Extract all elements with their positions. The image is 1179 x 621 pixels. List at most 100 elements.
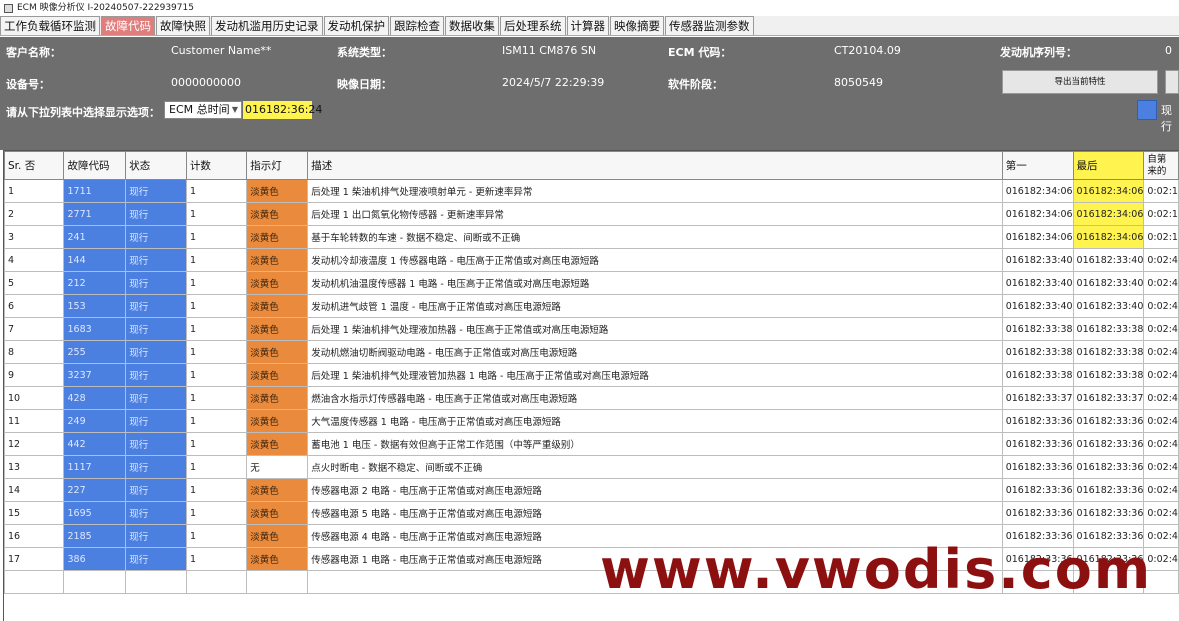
table-row[interactable]: 8 255 现行 1 淡黄色 发动机燃油切断阀驱动电路 - 电压高于正常值或对高压电源短路…	[4, 340, 1179, 364]
table-body: 1 1711 现行 1 淡黄色 后处理 1 柴油机排气处理液喷射单元 - 更新速率异常 01…	[4, 179, 1179, 594]
tab-10[interactable]: 传感器监测参数	[665, 16, 754, 35]
table-cell: 0:02:4	[1143, 478, 1179, 502]
column-header-1[interactable]: 故障代码	[63, 151, 127, 180]
table-cell: 016182:33:36	[1001, 455, 1074, 479]
table-cell: 点火时断电 - 数据不稳定、间断或不正确	[307, 455, 1003, 479]
table-cell: 淡黄色	[246, 248, 309, 272]
table-row[interactable]: 5 212 现行 1 淡黄色 发动机机油温度传感器 1 电路 - 电压高于正常值或对高压电…	[4, 271, 1179, 295]
tab-8[interactable]: 计算器	[566, 16, 609, 35]
empty-cell	[63, 570, 127, 594]
table-cell: 燃油含水指示灯传感器电路 - 电压高于正常值或对高压电源短路	[307, 386, 1003, 410]
table-row[interactable]: 12 442 现行 1 淡黄色 蓄电池 1 电压 - 数据有效但高于正常工作范围（中等严重…	[4, 432, 1179, 456]
table-cell: 3	[4, 225, 65, 249]
column-header-3[interactable]: 计数	[185, 151, 248, 180]
table-cell: 淡黄色	[246, 432, 309, 456]
table-cell: 淡黄色	[246, 317, 309, 341]
software-phase-label: 软件阶段：	[668, 78, 723, 91]
column-header-5[interactable]: 描述	[307, 151, 1003, 180]
table-cell: 淡黄色	[246, 363, 309, 387]
secondary-button[interactable]	[1165, 70, 1179, 94]
chevron-down-icon: ▼	[231, 105, 238, 114]
table-cell: 7	[4, 317, 65, 341]
empty-cell	[185, 570, 248, 594]
table-cell: 0:02:4	[1143, 340, 1179, 364]
table-row[interactable]: 6 153 现行 1 淡黄色 发动机进气歧管 1 温度 - 电压高于正常值或对高压电源短路…	[4, 294, 1179, 318]
table-cell: 0:02:4	[1143, 409, 1179, 433]
table-cell: 1	[185, 294, 248, 318]
table-cell: 1	[185, 455, 248, 479]
table-cell: 淡黄色	[246, 202, 309, 226]
table-cell: 016182:33:38	[1072, 363, 1145, 387]
table-cell: 1	[185, 179, 248, 203]
table-row[interactable]: 3 241 现行 1 淡黄色 基于车轮转数的车速 - 数据不稳定、间断或不正确 016182…	[4, 225, 1179, 249]
table-cell: 现行	[125, 363, 187, 387]
table-cell: 1	[185, 340, 248, 364]
table-row[interactable]: 4 144 现行 1 淡黄色 发动机冷却液温度 1 传感器电路 - 电压高于正常值或对高压…	[4, 248, 1179, 272]
table-row[interactable]: 9 3237 现行 1 淡黄色 后处理 1 柴油机排气处理液管加热器 1 电路 - 电压高…	[4, 363, 1179, 387]
table-cell: 428	[63, 386, 127, 410]
table-cell: 淡黄色	[246, 524, 309, 548]
tab-2[interactable]: 故障快照	[156, 16, 210, 35]
table-row[interactable]: 1 1711 现行 1 淡黄色 后处理 1 柴油机排气处理液喷射单元 - 更新速率异常 01…	[4, 179, 1179, 203]
table-cell: 现行	[125, 409, 187, 433]
table-row[interactable]: 7 1683 现行 1 淡黄色 后处理 1 柴油机排气处理液加热器 - 电压高于正常值或对…	[4, 317, 1179, 341]
table-cell: 212	[63, 271, 127, 295]
tab-4[interactable]: 发动机保护	[323, 16, 389, 35]
table-cell: 发动机燃油切断阀驱动电路 - 电压高于正常值或对高压电源短路	[307, 340, 1003, 364]
table-cell: 淡黄色	[246, 179, 309, 203]
table-cell: 016182:33:36	[1072, 501, 1145, 525]
app-icon	[4, 3, 13, 13]
table-cell: 249	[63, 409, 127, 433]
table-cell: 016182:33:38	[1072, 340, 1145, 364]
table-cell: 现行	[125, 248, 187, 272]
software-phase-value: 8050549	[834, 76, 883, 89]
tab-1[interactable]: 故障代码	[101, 16, 155, 35]
table-cell: 发动机进气歧管 1 温度 - 电压高于正常值或对高压电源短路	[307, 294, 1003, 318]
column-header-4[interactable]: 指示灯	[246, 151, 309, 180]
empty-cell	[125, 570, 187, 594]
column-header-7[interactable]: 最后	[1072, 151, 1145, 180]
table-cell: 0:02:1	[1143, 225, 1179, 249]
table-row[interactable]: 15 1695 现行 1 淡黄色 传感器电源 5 电路 - 电压高于正常值或对高压电源短路…	[4, 501, 1179, 525]
table-cell: 1	[185, 524, 248, 548]
table-cell: 现行	[125, 455, 187, 479]
column-header-8[interactable]: 自第 来的	[1143, 151, 1179, 180]
table-cell: 现行	[125, 432, 187, 456]
table-cell: 1117	[63, 455, 127, 479]
tab-6[interactable]: 数据收集	[445, 16, 499, 35]
table-cell: 016182:33:40	[1001, 248, 1074, 272]
tab-3[interactable]: 发动机滥用历史记录	[211, 16, 323, 35]
table-row[interactable]: 11 249 现行 1 淡黄色 大气温度传感器 1 电路 - 电压高于正常值或对高压电源短…	[4, 409, 1179, 433]
table-cell: 0:02:4	[1143, 455, 1179, 479]
table-cell: 16	[4, 524, 65, 548]
export-features-button[interactable]: 导出当前特性	[1002, 70, 1158, 94]
display-option-select[interactable]: ECM 总时间 ▼	[164, 101, 242, 119]
table-cell: 现行	[125, 478, 187, 502]
column-header-0[interactable]: Sr. 否	[4, 151, 65, 180]
table-cell: 0:02:4	[1143, 317, 1179, 341]
tab-0[interactable]: 工作负载循环监测	[0, 16, 100, 35]
customer-label: 客户名称：	[6, 46, 61, 59]
table-header-row: Sr. 否故障代码 状态 计数 指示灯 描述 第一 最后 自第 来的	[4, 151, 1179, 180]
table-cell: 10	[4, 386, 65, 410]
system-type-value: ISM11 CM876 SN	[502, 44, 597, 57]
table-cell: 0:02:1	[1143, 179, 1179, 203]
table-row[interactable]: 14 227 现行 1 淡黄色 传感器电源 2 电路 - 电压高于正常值或对高压电源短路 0…	[4, 478, 1179, 502]
table-cell: 016182:34:06	[1072, 202, 1145, 226]
tab-9[interactable]: 映像摘要	[610, 16, 664, 35]
table-row[interactable]: 2 2771 现行 1 淡黄色 后处理 1 出口氮氧化物传感器 - 更新速率异常 01618…	[4, 202, 1179, 226]
column-header-6[interactable]: 第一	[1001, 151, 1074, 180]
table-cell: 0:02:4	[1143, 432, 1179, 456]
table-cell: 016182:33:36	[1001, 432, 1074, 456]
table-row[interactable]: 10 428 现行 1 淡黄色 燃油含水指示灯传感器电路 - 电压高于正常值或对高压电源短…	[4, 386, 1179, 410]
tab-7[interactable]: 后处理系统	[500, 16, 566, 35]
tab-5[interactable]: 跟踪检查	[390, 16, 444, 35]
column-header-2[interactable]: 状态	[125, 151, 187, 180]
table-cell: 5	[4, 271, 65, 295]
table-cell: 12	[4, 432, 65, 456]
table-cell: 9	[4, 363, 65, 387]
table-cell: 14	[4, 478, 65, 502]
watermark: www.vwodis.com	[600, 538, 1153, 601]
table-cell: 016182:33:36	[1001, 409, 1074, 433]
table-row[interactable]: 13 1117 现行 1 无点火时断电 - 数据不稳定、间断或不正确 016182:33:…	[4, 455, 1179, 479]
